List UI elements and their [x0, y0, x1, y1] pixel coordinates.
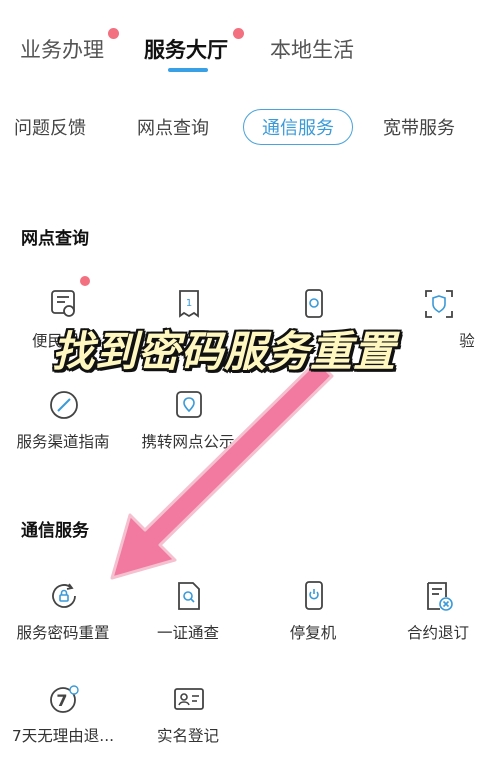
pointer-arrow — [110, 359, 334, 580]
overlay-banner: 找到密码服务重置 — [52, 327, 397, 376]
